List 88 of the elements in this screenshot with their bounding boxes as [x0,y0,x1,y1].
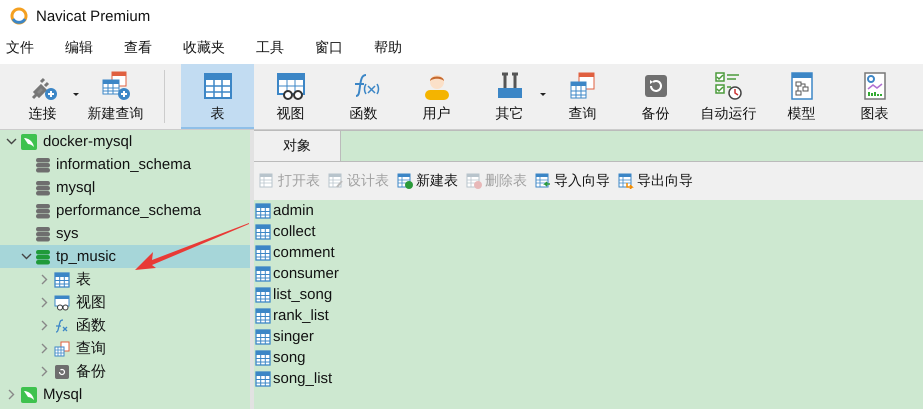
tab[interactable]: 对象 [254,131,341,161]
table-icon [255,308,271,324]
object-toolbar-button[interactable]: 新建表 [397,172,458,190]
menu-item[interactable]: 编辑 [59,39,101,57]
toolbar-button[interactable]: 表 [181,64,254,129]
dolphin-icon [21,386,37,402]
tree-item-label[interactable]: 函数 [76,316,106,335]
window-title: Navicat Premium [36,8,150,24]
import-table-icon [535,173,551,189]
design-table-icon [328,173,344,189]
database-icon [36,226,50,242]
table-name[interactable]: singer [273,328,314,345]
new-table-icon [397,173,413,189]
table-icon [54,272,70,288]
toolbar-button[interactable]: 自动运行 [692,64,765,129]
table-name[interactable]: rank_list [273,307,329,324]
query-icon [54,340,70,356]
table-icon [255,328,271,344]
backup-icon [54,364,70,380]
tree-item-label[interactable]: mysql [56,179,96,196]
toolbar-button[interactable]: 函数 [327,64,400,129]
expand-chevron-icon[interactable] [39,343,50,354]
database-icon [36,202,50,218]
toolbar-button[interactable]: 其它 [473,64,546,129]
export-table-icon [618,173,634,189]
table-name[interactable]: comment [273,244,335,261]
tree-item-label[interactable]: sys [56,225,78,242]
toolbar-button[interactable]: 连接 [6,64,79,129]
table-icon [255,202,271,218]
tree-item-label[interactable]: 备份 [76,362,106,381]
database-icon [36,248,50,264]
dropdown-caret-icon[interactable] [73,93,79,96]
expand-chevron-icon[interactable] [39,297,50,308]
view-icon [274,70,306,102]
toolbar-button[interactable]: 查询 [546,64,619,129]
tree-item-label[interactable]: Mysql [43,386,82,403]
tree-item-label[interactable]: 表 [76,270,91,289]
dropdown-caret-icon[interactable] [540,93,546,96]
menu-item[interactable]: 工具 [250,39,292,57]
table-name[interactable]: consumer [273,265,339,282]
tree-item-label[interactable]: 视图 [76,293,106,312]
expand-chevron-icon[interactable] [39,274,50,285]
table-icon [255,244,271,260]
expand-chevron-icon[interactable] [6,389,17,400]
toolbar-button[interactable]: 模型 [765,64,838,129]
table-icon [255,266,271,282]
tree-item-label[interactable]: 查询 [76,339,106,358]
table-name[interactable]: song [273,349,306,366]
tree-item-label[interactable]: performance_schema [56,202,202,219]
table-icon [255,286,271,302]
object-toolbar-button[interactable]: 导出向导 [618,172,693,190]
tree-item-label[interactable]: docker-mysql [43,133,132,150]
expand-chevron-icon[interactable] [39,320,50,331]
database-icon [36,180,50,196]
toolbar-button[interactable]: 视图 [254,64,327,129]
collapse-chevron-icon[interactable] [21,251,32,262]
toolbar-button[interactable]: 备份 [619,64,692,129]
menu-item[interactable]: 查看 [118,39,160,57]
dolphin-icon [21,134,37,150]
menu-item[interactable]: 收藏夹 [177,39,233,57]
delete-table-icon [466,173,482,189]
table-icon [202,70,234,102]
table-icon [255,224,271,240]
open-table-icon [259,173,275,189]
expand-chevron-icon[interactable] [39,366,50,377]
table-name[interactable]: song_list [273,370,332,387]
menu-item[interactable]: 窗口 [309,39,351,57]
tree-item-label[interactable]: tp_music [56,248,116,265]
toolbar-button[interactable]: 图表 [838,64,911,129]
menu-item[interactable]: 帮助 [368,39,410,57]
database-icon [36,156,50,172]
app-logo-icon [10,7,28,25]
tree-item-label[interactable]: information_schema [56,156,192,173]
toolbar-button[interactable]: 新建查询 [79,64,152,129]
table-icon [255,350,271,366]
table-icon [255,370,271,386]
table-name[interactable]: admin [273,202,314,219]
view-icon [54,294,70,310]
selected-tree-row[interactable]: tp_music [0,245,250,268]
object-toolbar-button[interactable]: 导入向导 [535,172,610,190]
function-icon [55,318,68,332]
table-name[interactable]: list_song [273,286,332,303]
new-query-icon [100,70,132,102]
toolbar-button[interactable]: 用户 [400,64,473,129]
collapse-chevron-icon[interactable] [6,136,17,147]
schedule-icon [712,70,744,102]
menu-item[interactable]: 文件 [0,39,42,57]
table-name[interactable]: collect [273,223,316,240]
